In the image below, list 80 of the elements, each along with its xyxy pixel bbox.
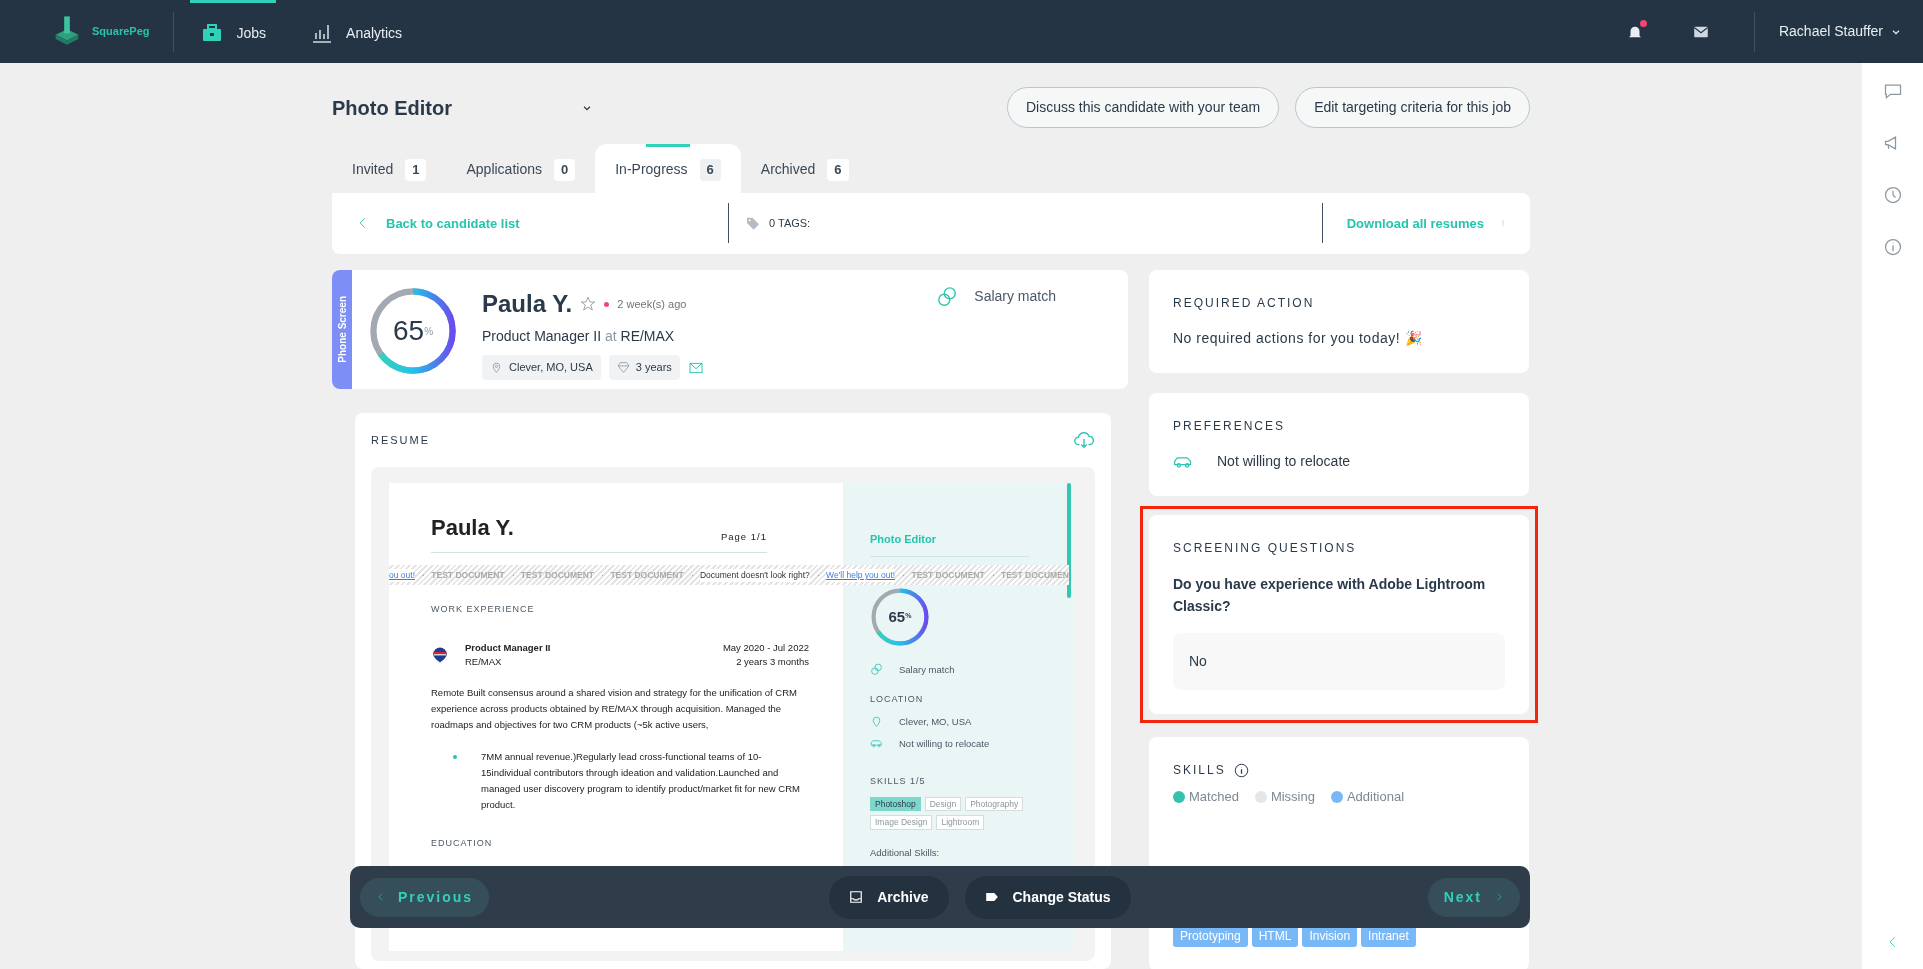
page-number: Page 1/1	[720, 530, 767, 545]
nav-tab[interactable]: Analytics	[300, 0, 413, 63]
section-heading: WORK EXPERIENCE	[431, 603, 536, 617]
skill-tag: Lightroom	[936, 815, 985, 831]
skill-tag: Image Design	[870, 815, 933, 831]
logo-text: SquarePeg	[92, 24, 150, 40]
relocation-text: Not willing to relocate	[899, 736, 990, 751]
bullet-text: 7MM annual revenue.)Regularly lead cross-functional teams of 10-15individual contributors through ideation and validation.Launched and managed user discovery program to identify product/market fit for new CRM product.	[481, 750, 801, 813]
coins-icon	[870, 663, 883, 677]
stage-label: Phone Screen	[332, 270, 352, 390]
section-heading: REQUIRED ACTION	[1173, 295, 1316, 313]
last-active-text: 2 week(s) ago	[617, 297, 687, 313]
test-document-label: TEST DOCUMENT	[911, 568, 985, 582]
inbox-icon	[849, 890, 864, 904]
answer-text: No	[1173, 633, 1505, 691]
clock-icon[interactable]	[1882, 185, 1903, 205]
summary-text: Remote Built consensus around a shared vision and strategy for the unification of CRM experience across products obtained by RE/MAX through acquisition. Managed the roadmaps and objectives for two CRM products (~5k active users,	[431, 686, 798, 733]
legend-label: Missing	[1270, 788, 1315, 807]
legend-label: Matched	[1189, 788, 1239, 807]
info-icon[interactable]	[1233, 762, 1249, 778]
section-heading: RESUME	[371, 433, 431, 449]
job-dates: May 2020 - Jul 2022	[722, 640, 809, 655]
help-link[interactable]: We'll help you out!	[826, 568, 896, 582]
tag-icon	[745, 215, 761, 232]
job-duration: 2 years 3 months	[735, 655, 809, 670]
section-heading: EDUCATION	[431, 837, 494, 851]
tab[interactable]: Invited 1	[332, 144, 447, 193]
legend-label: Additional	[1346, 788, 1405, 807]
section-heading: PREFERENCES	[1173, 418, 1287, 436]
candidate-name: Paula Y.	[482, 289, 573, 320]
score-value: 65$^{%}$	[888, 606, 912, 627]
user-menu[interactable]: Rachael Stauffer	[1778, 21, 1901, 42]
help-link[interactable]: ou out!	[389, 568, 415, 582]
test-document-label: TEST DOCUMENT	[520, 568, 595, 582]
required-action-text: No required actions for you today! 🎉	[1173, 329, 1423, 349]
banner-message: Document doesn't look right?	[699, 568, 810, 582]
additional-skills-label: Additional Skills:	[870, 846, 941, 861]
location-text: Clever, MO, USA	[899, 714, 972, 729]
job-title: Product Manager II	[465, 640, 552, 655]
diamond-icon	[616, 361, 630, 375]
archive-button[interactable]: Archive	[829, 875, 949, 919]
tab[interactable]: Applications 0	[446, 144, 596, 193]
company-name: RE/MAX	[465, 655, 503, 670]
bullet-dot	[453, 755, 457, 760]
coins-icon	[936, 286, 959, 309]
job-selector[interactable]: Photo Editor	[332, 92, 592, 123]
resume-name: Paula Y.	[431, 514, 514, 543]
section-heading: LOCATION	[870, 693, 925, 707]
previous-button[interactable]: Previous	[360, 877, 490, 917]
tab[interactable]: In-Progress 6	[595, 144, 741, 193]
score-value: 65$^{%}$	[392, 314, 434, 349]
test-document-label: TEST DOCUMEN	[1001, 568, 1069, 582]
skill-tag: Photoshop	[870, 796, 921, 812]
action-button[interactable]: Edit targeting criteria for this job	[1295, 87, 1530, 128]
test-document-label: TEST DOCUMENT	[431, 568, 505, 582]
section-heading: SKILLS 1/5	[870, 775, 927, 789]
experience-chip: 3 years	[608, 355, 680, 380]
nav-tab[interactable]: Jobs	[190, 0, 277, 63]
pin-icon	[490, 361, 503, 375]
test-document-label: TEST DOCUMENT	[610, 568, 684, 582]
skill-tag: Design	[924, 796, 962, 812]
pin-icon	[870, 715, 883, 729]
question-text: Do you have experience with Adobe Lightroom Classic?	[1173, 575, 1487, 617]
preference-text: Not willing to relocate	[1217, 452, 1351, 472]
next-button[interactable]: Next	[1427, 877, 1520, 917]
star-icon[interactable]	[580, 296, 597, 313]
resume-job-title: Photo Editor	[870, 531, 1029, 557]
action-button[interactable]: Discuss this candidate with your team	[1006, 87, 1280, 128]
location-chip: Clever, MO, USA	[482, 355, 601, 380]
salary-match-text: Salary match	[899, 662, 955, 677]
tab[interactable]: Archived 6	[740, 144, 869, 193]
tag-count: 0 TAGS:	[769, 216, 811, 232]
salary-match-text: Salary match	[974, 287, 1056, 307]
label-icon	[984, 890, 999, 904]
role-text: Product Manager II at RE/MAX	[482, 327, 676, 347]
section-heading: SCREENING QUESTIONS	[1173, 540, 1358, 558]
section-heading: SKILLS	[1173, 762, 1226, 780]
scrollbar-thumb[interactable]	[1067, 483, 1071, 599]
skill-tag: Photography	[965, 796, 1024, 812]
change-status-button[interactable]: Change Status	[964, 875, 1131, 919]
